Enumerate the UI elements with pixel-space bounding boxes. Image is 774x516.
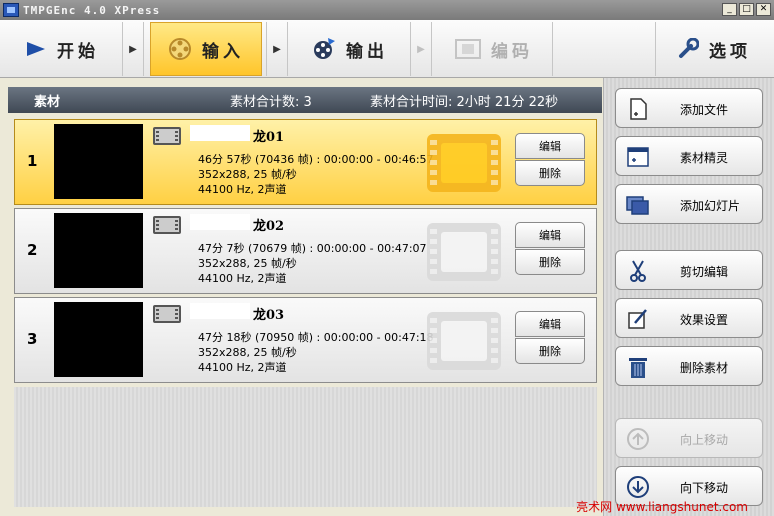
video-clip-icon xyxy=(153,305,181,323)
source-list-header: 素材 素材合计数: 3 素材合计时间: 2小时 21分 22秒 xyxy=(8,87,602,113)
edit-button[interactable]: 编辑 xyxy=(515,222,585,248)
film-reel-icon xyxy=(169,38,191,60)
source-item-3[interactable]: 3 龙03 47分 18秒 (70950 帧) : 00:00:00 - 00:… xyxy=(14,297,597,383)
item-audio-info: 44100 Hz, 2声道 xyxy=(198,183,287,196)
cut-edit-label: 剪切编辑 xyxy=(680,265,729,279)
list-empty-area xyxy=(14,387,597,507)
source-wizard-button[interactable]: 素材精灵 xyxy=(615,136,763,176)
arrow-down-icon xyxy=(627,476,649,498)
source-wizard-icon xyxy=(627,147,649,167)
total-time: 素材合计时间: 2小时 21分 22秒 xyxy=(370,94,559,110)
video-clip-icon xyxy=(153,216,181,234)
video-thumbnail xyxy=(54,124,143,199)
title-bar: TMPGEnc 4.0 XPress _ □ ✕ xyxy=(0,0,774,20)
total-count: 素材合计数: 3 xyxy=(230,94,312,110)
main-toolbar: 开始 ▶ 输入 ▶ 输出 ▶ 编码 选项 xyxy=(0,20,774,78)
add-slideshow-button[interactable]: 添加幻灯片 xyxy=(615,184,763,224)
item-video-info: 352x288, 25 帧/秒 xyxy=(198,168,297,181)
tab-encode[interactable]: 编码 xyxy=(438,22,550,76)
video-thumbnail xyxy=(54,213,143,288)
item-name: 龙02 xyxy=(253,219,285,234)
action-panel: 添加文件 素材精灵 添加幻灯片 剪切编辑 效果设置 删除素材 向上移动 向下移动 xyxy=(603,78,774,516)
effect-settings-icon xyxy=(628,309,647,329)
step-arrow-3: ▶ xyxy=(410,22,432,76)
tab-start-label: 开始 xyxy=(57,41,99,62)
film-strip-icon xyxy=(427,312,501,370)
trash-icon xyxy=(629,358,647,378)
source-item-1[interactable]: 1 龙01 46分 57秒 (70436 帧) : 00:00:00 - 00:… xyxy=(14,119,597,205)
tab-output-label: 输出 xyxy=(346,41,388,62)
edit-button[interactable]: 编辑 xyxy=(515,133,585,159)
name-redaction xyxy=(190,125,250,141)
move-down-label: 向下移动 xyxy=(680,481,729,495)
item-number: 1 xyxy=(27,152,38,170)
add-file-icon xyxy=(630,98,647,120)
delete-button[interactable]: 删除 xyxy=(515,338,585,364)
source-list-panel: 素材 素材合计数: 3 素材合计时间: 2小时 21分 22秒 1 龙01 46… xyxy=(8,87,602,514)
scissors-icon xyxy=(630,260,646,282)
edit-button[interactable]: 编辑 xyxy=(515,311,585,337)
tab-output[interactable]: 输出 xyxy=(294,22,406,76)
source-wizard-label: 素材精灵 xyxy=(680,151,729,165)
video-thumbnail xyxy=(54,302,143,377)
item-name: 龙03 xyxy=(253,308,285,323)
wrench-icon xyxy=(679,38,699,58)
add-file-label: 添加文件 xyxy=(680,103,729,117)
tab-options[interactable]: 选项 xyxy=(658,22,770,76)
item-number: 2 xyxy=(27,241,38,259)
effect-settings-label: 效果设置 xyxy=(680,313,729,327)
item-video-info: 352x288, 25 帧/秒 xyxy=(198,346,297,359)
tab-input[interactable]: 输入 xyxy=(150,22,262,76)
item-video-info: 352x288, 25 帧/秒 xyxy=(198,257,297,270)
move-up-label: 向上移动 xyxy=(680,433,729,447)
move-up-button[interactable]: 向上移动 xyxy=(615,418,763,458)
name-redaction xyxy=(190,303,250,319)
item-duration: 46分 57秒 (70436 帧) : 00:00:00 - 00:46:57 xyxy=(198,153,434,166)
toolbar-divider xyxy=(552,22,553,76)
film-strip-icon xyxy=(427,223,501,281)
delete-button[interactable]: 删除 xyxy=(515,160,585,186)
window-title: TMPGEnc 4.0 XPress xyxy=(23,3,161,17)
arrow-up-icon xyxy=(627,428,649,450)
window-controls: _ □ ✕ xyxy=(722,3,771,16)
item-duration: 47分 18秒 (70950 帧) : 00:00:00 - 00:47:18 xyxy=(198,331,434,344)
site-watermark: 亮术网 www.liangshunet.com xyxy=(576,500,748,514)
cut-edit-button[interactable]: 剪切编辑 xyxy=(615,250,763,290)
delete-button[interactable]: 删除 xyxy=(515,249,585,275)
item-name: 龙01 xyxy=(253,130,285,145)
video-clip-icon xyxy=(153,127,181,145)
close-button[interactable]: ✕ xyxy=(756,3,771,16)
effect-settings-button[interactable]: 效果设置 xyxy=(615,298,763,338)
delete-source-button[interactable]: 删除素材 xyxy=(615,346,763,386)
add-file-button[interactable]: 添加文件 xyxy=(615,88,763,128)
tab-start[interactable]: 开始 xyxy=(4,22,120,76)
slideshow-icon xyxy=(626,196,649,215)
play-icon xyxy=(27,42,45,56)
film-strip-icon xyxy=(427,134,501,192)
encode-film-icon xyxy=(455,39,481,59)
output-reel-icon xyxy=(314,38,335,59)
minimize-button[interactable]: _ xyxy=(722,3,737,16)
toolbar-divider xyxy=(655,22,656,76)
source-item-2[interactable]: 2 龙02 47分 7秒 (70679 帧) : 00:00:00 - 00:4… xyxy=(14,208,597,294)
tab-input-label: 输入 xyxy=(202,41,244,62)
app-icon xyxy=(3,3,19,17)
name-redaction xyxy=(190,214,250,230)
step-arrow-2: ▶ xyxy=(266,22,288,76)
item-duration: 47分 7秒 (70679 帧) : 00:00:00 - 00:47:07 xyxy=(198,242,427,255)
item-number: 3 xyxy=(27,330,38,348)
step-arrow-1: ▶ xyxy=(122,22,144,76)
item-audio-info: 44100 Hz, 2声道 xyxy=(198,272,287,285)
tab-options-label: 选项 xyxy=(709,41,751,62)
maximize-button[interactable]: □ xyxy=(739,3,754,16)
delete-source-label: 删除素材 xyxy=(680,361,729,375)
add-slideshow-label: 添加幻灯片 xyxy=(680,199,741,213)
item-audio-info: 44100 Hz, 2声道 xyxy=(198,361,287,374)
tab-encode-label: 编码 xyxy=(491,41,533,62)
list-title: 素材 xyxy=(34,94,61,110)
